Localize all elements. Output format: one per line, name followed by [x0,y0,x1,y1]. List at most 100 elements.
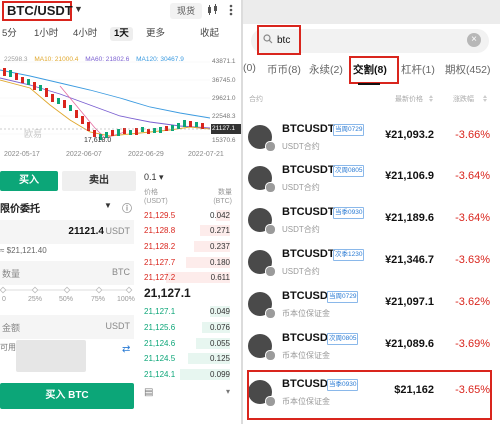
contract-list-item[interactable]: BTCUSD 当周0729 币本位保证金 ¥21,097.1 -3.62% [243,286,500,328]
depth-toggle[interactable]: ▤ ▾ [144,387,230,401]
sell-tab[interactable]: 卖出 [62,171,136,191]
more-icon[interactable] [224,3,238,17]
contract-change: -3.69% [455,338,490,350]
bid-price: 21,127.1 [144,307,176,316]
precision-value: 0.1 [144,172,157,182]
price-input-unit: USDT [105,226,131,236]
available-label: 可用 [0,343,16,352]
quantity-input[interactable]: 数量 BTC [0,261,134,285]
contract-symbol: BTCUSDT [282,206,335,218]
search-results-panel: btc × (0) 币币(8) 永续(2) 交割(8) 杠杆(1) 期权(452… [243,0,500,424]
contract-list-item[interactable]: BTCUSDT 次季1230 USDT合约 ¥21,346.7 -3.63% [243,244,500,286]
scale-label: 15370.6 [212,137,236,144]
price-input[interactable]: 21121.4 USDT [0,220,134,244]
order-type-select[interactable]: 限价委托 ▼ ⓘ [0,200,132,215]
contract-change: -3.64% [455,212,490,224]
trading-pair-title[interactable]: BTC/USDT [2,1,73,21]
clear-icon[interactable]: × [467,33,481,47]
amount-slider[interactable] [0,286,134,294]
slider-mark: 25% [28,296,43,303]
ask-qty: 0.180 [209,258,230,267]
bid-qty: 0.099 [209,370,230,379]
timeframe-5m[interactable]: 5分 [2,27,17,41]
contract-price: ¥21,089.6 [385,338,434,350]
sort-icon[interactable] [483,95,487,102]
ask-row[interactable]: 21,127.7 0.180 [144,256,230,269]
contract-list-item[interactable]: BTCUSD 次周0805 币本位保证金 ¥21,089.6 -3.69% [243,328,500,370]
col-price[interactable]: 最新价格 [395,94,423,104]
ask-qty: 0.271 [209,226,230,235]
quantity-unit: BTC [112,267,130,277]
last-price: 21,127.1 [144,286,191,300]
info-icon[interactable]: ⓘ [122,200,132,215]
price-header-label: 价格 [144,189,158,196]
expiry-tag: 当周0729 [327,291,359,303]
contract-price: ¥21,106.9 [385,170,434,182]
timeframe-bar: 5分 1小时 4小时 1天 更多 收起 [0,27,241,43]
ask-row[interactable]: 21,129.5 0.042 [144,209,230,222]
bid-row[interactable]: 21,127.1 0.049 [144,305,230,318]
contract-subtitle: USDT合约 [282,142,320,151]
ask-qty: 0.611 [210,273,230,282]
expiry-tag: 当季0930 [333,207,365,219]
candlestick-icon[interactable] [206,3,220,17]
precision-select[interactable]: 0.1 ▾ [144,172,164,183]
qty-header-label: 数量 [218,189,232,196]
contract-list-item[interactable]: BTCUSDT 当季0930 USDT合约 ¥21,189.6 -3.64% [243,202,500,244]
col-change[interactable]: 涨跌幅 [453,94,474,104]
legend-ma10: MA10: 21000.4 [34,56,79,63]
tab-perpetual[interactable]: 永续(2) [309,62,343,77]
contract-subtitle: 币本位保证金 [282,351,330,360]
ask-row[interactable]: 21,128.2 0.237 [144,240,230,253]
tab-all[interactable]: (0) [243,62,256,74]
amount-input[interactable]: 金额 USDT [0,315,134,339]
buy-tab[interactable]: 买入 [0,171,58,191]
timeframe-1h[interactable]: 1小时 [34,27,58,41]
ask-price: 21,127.2 [144,273,176,282]
ask-price: 21,128.2 [144,242,176,251]
contract-list-item[interactable]: BTCUSDT 次周0805 USDT合约 ¥21,106.9 -3.64% [243,160,500,202]
sort-icon[interactable] [429,95,433,102]
contract-symbol: BTCUSD [282,290,328,302]
orderbook-price-header: 价格 (USDT) [144,188,168,206]
expiry-tag: 次季1230 [333,249,365,261]
price-input-value: 21121.4 [68,226,104,237]
ask-row[interactable]: 21,127.2 0.611 [144,271,230,284]
timeframe-4h[interactable]: 4小时 [73,27,97,41]
transfer-icon[interactable]: ⇄ [122,344,130,355]
blurred-balance [16,340,86,372]
tab-spot[interactable]: 币币(8) [267,62,301,77]
bid-row[interactable]: 21,124.6 0.055 [144,337,230,350]
active-tab-indicator [358,83,380,85]
bid-row[interactable]: 21,124.5 0.125 [144,352,230,365]
contract-symbol: BTCUSDT [282,164,335,176]
watermark: 欧易 [24,129,43,139]
amount-unit: USDT [105,321,131,331]
contract-subtitle: USDT合约 [282,225,320,234]
bid-row[interactable]: 21,124.1 0.099 [144,368,230,381]
caret-down-icon[interactable]: ▼ [74,4,83,14]
contract-list-item[interactable]: BTCUSDT 当周0729 USDT合约 ¥21,093.2 -3.66% [243,119,500,161]
bid-price: 21,124.5 [144,354,176,363]
quantity-label: 数量 [2,269,21,279]
tab-options[interactable]: 期权(452) [445,62,491,77]
slider-mark: 50% [59,296,74,303]
bid-price: 21,124.6 [144,339,176,348]
contract-symbol: BTCUSDT [282,248,335,260]
price-chart[interactable] [0,50,241,165]
scale-label: 43871.1 [212,58,236,65]
usdt-badge-icon [265,182,276,193]
current-price-label: 21127.1 [212,125,236,132]
tab-margin[interactable]: 杠杆(1) [401,62,435,77]
timeframe-more[interactable]: 更多 [146,27,165,41]
ask-row[interactable]: 21,128.8 0.271 [144,224,230,237]
bid-row[interactable]: 21,125.6 0.076 [144,321,230,334]
date-label: 2022-05-17 [4,151,40,158]
usdt-badge-icon [265,141,276,152]
timeframe-1d[interactable]: 1天 [110,27,133,41]
bid-price: 21,124.1 [144,370,176,379]
buy-btc-button[interactable]: 买入 BTC [0,383,134,409]
collapse-button[interactable]: 收起 [200,27,219,41]
spot-tag[interactable]: 现货 [170,3,202,19]
coin-badge-icon [265,350,276,361]
